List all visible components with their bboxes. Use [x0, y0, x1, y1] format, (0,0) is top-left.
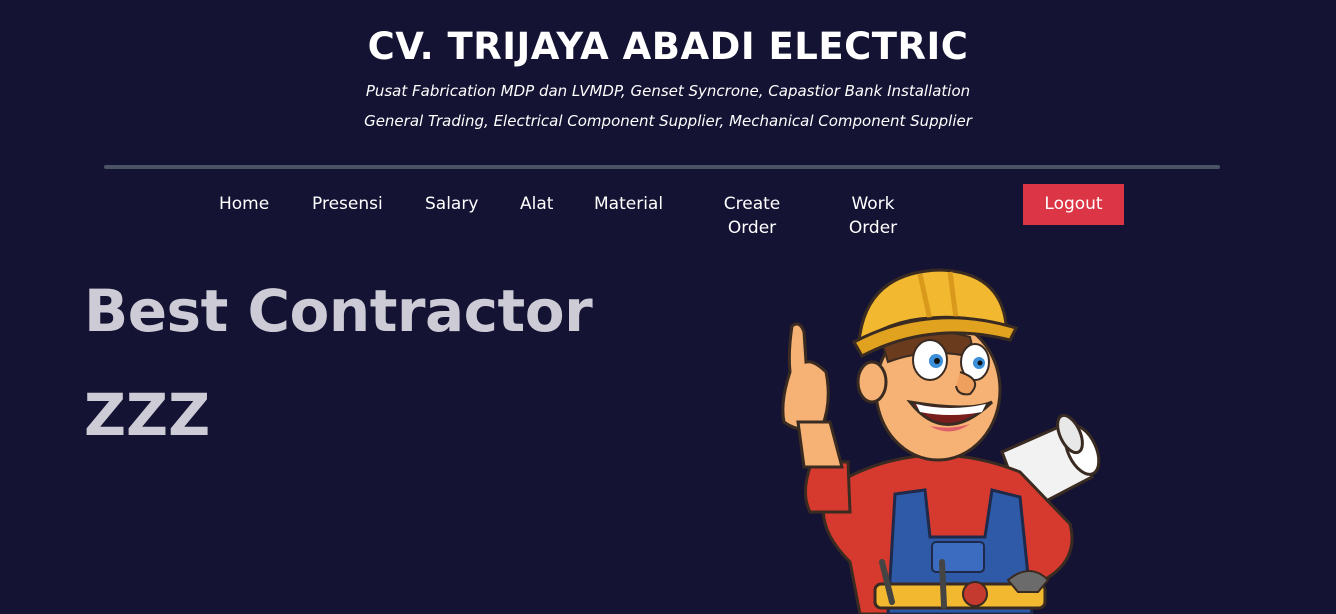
header: CV. TRIJAYA ABADI ELECTRIC Pusat Fabrica…	[0, 24, 1336, 136]
nav-presensi[interactable]: Presensi	[312, 192, 383, 216]
nav-material[interactable]: Material	[594, 192, 663, 216]
nav-create-order-line1: Create	[723, 194, 781, 214]
nav-salary[interactable]: Salary	[425, 192, 478, 216]
hero-subtitle: ZZZ	[84, 381, 211, 449]
main-nav: Home Presensi Salary Alat Material Creat…	[0, 192, 1336, 252]
tagline-services: Pusat Fabrication MDP dan LVMDP, Genset …	[365, 82, 971, 100]
nav-work-order[interactable]: Work Order	[838, 192, 908, 240]
nav-work-order-line2: Order	[848, 218, 898, 238]
page: CV. TRIJAYA ABADI ELECTRIC Pusat Fabrica…	[0, 0, 1336, 614]
nav-home[interactable]: Home	[219, 192, 269, 216]
hero-title: Best Contractor	[84, 277, 593, 345]
nav-create-order[interactable]: Create Order	[712, 192, 792, 240]
nav-work-order-line1: Work	[851, 194, 895, 214]
company-name: CV. TRIJAYA ABADI ELECTRIC	[367, 25, 969, 68]
nav-alat[interactable]: Alat	[520, 192, 553, 216]
logout-button[interactable]: Logout	[1023, 184, 1124, 225]
tagline-trading: General Trading, Electrical Component Su…	[364, 112, 972, 130]
nav-create-order-line2: Order	[727, 218, 777, 238]
header-divider	[104, 165, 1220, 169]
construction-worker-icon	[781, 268, 1101, 614]
